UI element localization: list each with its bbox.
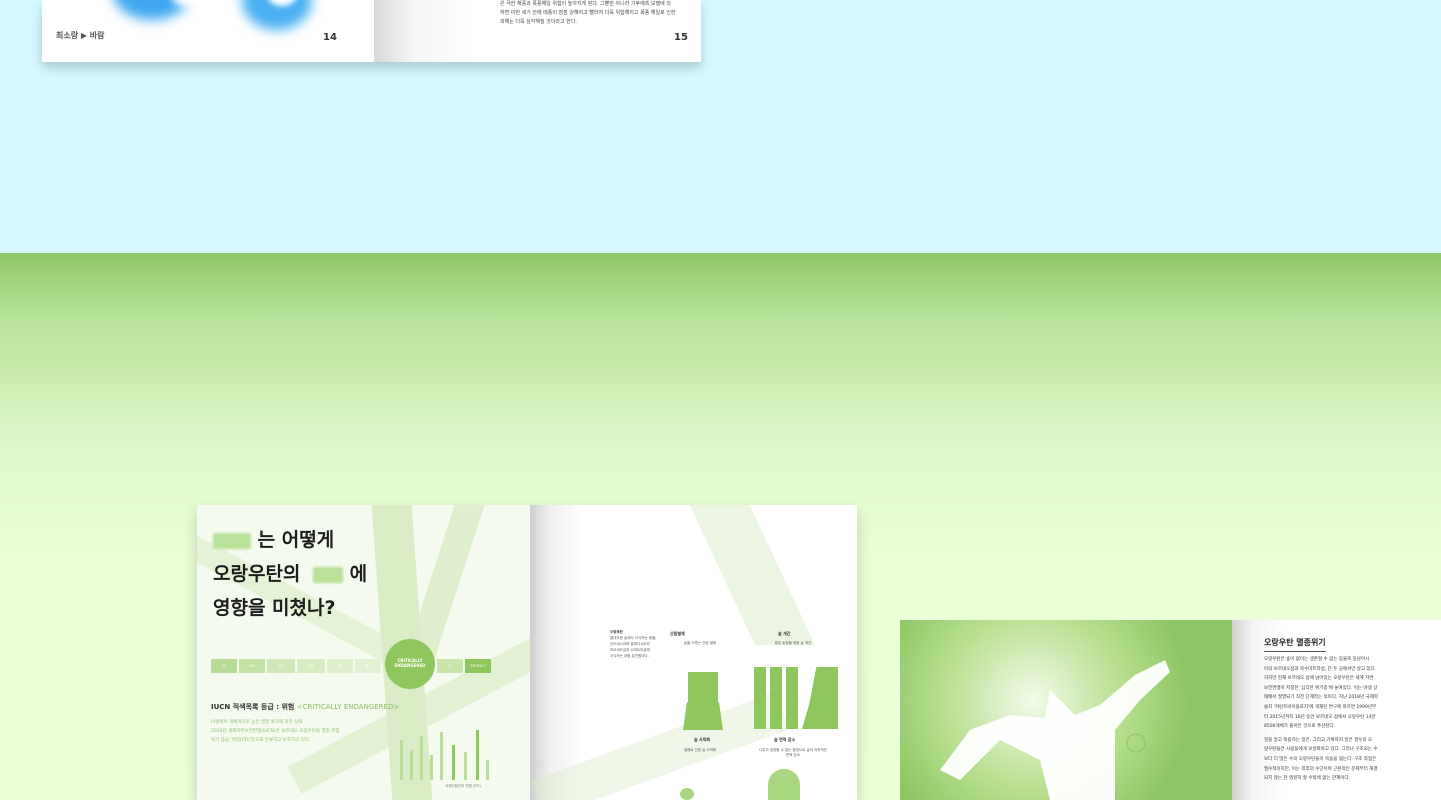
scale-segment: EN <box>297 659 325 673</box>
scale-segment: CR <box>267 659 295 673</box>
palm-row-icon <box>754 667 766 729</box>
text-line: 술지 '커런트바이올로지'에 게재된 연구에 따르면 1999년부 <box>1264 704 1377 710</box>
scale-segment: VU <box>327 659 353 673</box>
body-text: 오랑우탄은 숲이 없이는 생존할 수 없는 동물로 동남아시 아의 보르네오섬과… <box>1264 655 1434 784</box>
orangutan-silhouette-icon <box>940 660 1170 800</box>
felled-trunk-icon <box>688 672 718 702</box>
text-line: 아의 보르네오섬과 북수마트라섬, 단 두 곳에서만 살고 있다. <box>1264 666 1377 672</box>
scale-segment: EX <box>211 659 237 673</box>
text-line: 태에서 절멸되기 직전 단계라는 의미다. 지난 2018년 국제학 <box>1264 695 1378 701</box>
tree-canopy-icon <box>768 769 800 800</box>
spread-middle-right-page: 오랑우탄 열대우림 숲에서 서식하는 동물, 인도네시아와 말레이시아의 보르네… <box>530 505 857 800</box>
scale-segment: EW <box>239 659 265 673</box>
cause-subtitle: 팜유 농장을 위한 숲 개간 <box>774 641 812 645</box>
text-line: 하면 이번 세기 안에 태풍이 점점 강해지고 빨라져 더욱 위험해지고 폭풍 … <box>500 10 676 16</box>
cause-title: 숲 면적 감소 <box>774 737 796 742</box>
scale-segment: EXTINCT <box>465 659 491 673</box>
headline-line-1: 는 어떻게 <box>213 525 334 552</box>
cause-subtitle: 숲을 이루는 산림 벌채 <box>683 641 717 645</box>
status-circle: CRITICALLY ENDANGERED <box>385 639 435 689</box>
text-line: 야생에서 개체적으로 높은 절멸 위기에 처한 상태 <box>211 720 303 725</box>
page-number: 15 <box>674 32 688 43</box>
tree-branch-art <box>530 691 790 800</box>
spread-right-right-page: 오랑우탄 멸종위기 오랑우탄은 숲이 없이는 생존할 수 없는 동물로 동남아시… <box>1232 620 1441 800</box>
chart-bar <box>476 730 479 780</box>
mini-bar-chart <box>390 710 515 780</box>
chart-bar <box>452 745 455 780</box>
description-text: 야생에서 개체적으로 높은 절멸 위기에 처한 상태 2016년 세계자연보전연… <box>211 718 371 745</box>
highlight-block <box>313 566 344 583</box>
brochure-spread-top: 최소랑 ▶ 바람 14 은 극한 해풍과 폭풍해일 위험이 높아지게 된다. 그… <box>42 0 701 62</box>
iucn-sub-label: <CRITICALLY ENDANGERED> <box>296 703 400 711</box>
highlight-block <box>213 532 251 549</box>
cause-title: 산림벌채 <box>670 631 685 636</box>
tree-branch-art <box>685 505 815 645</box>
chart-bar <box>400 740 403 780</box>
headline-text: 오랑우탄의 <box>213 563 301 585</box>
chart-bar <box>440 732 443 780</box>
cause-subtitle: 나무가 성장할 수 없는 환경으로 숲의 지속적인 면적 감소 <box>759 748 827 757</box>
spread-right-left-page <box>900 620 1232 800</box>
palm-row-icon <box>786 667 798 729</box>
text-line: 오랑우탄은 숲이 없이는 생존할 수 없는 동물로 동남아시 <box>1264 657 1370 662</box>
text-line: 서식하는 대형 유인원이다. <box>610 654 649 658</box>
headline-text: 에 <box>349 563 368 585</box>
page-footer-label: 최소랑 ▶ 바람 <box>56 31 105 40</box>
palm-row-icon <box>770 667 782 729</box>
headline-line-2: 오랑우탄의 에 <box>213 559 367 586</box>
text-line: 하지만 현재 보르네오 섬에 남아있는 오랑우탄은 세계 자연 <box>1264 676 1374 682</box>
text-line: 일을 알고 독립하는 일은, 그리고 기록까지 일은 경우의 오 <box>1264 737 1373 743</box>
text-line: 피해는 더욱 심각해질 것이라고 한다. <box>500 19 577 25</box>
headline-line-3: 영향을 미쳤나? <box>213 597 336 619</box>
forest-edge-icon <box>802 667 838 729</box>
cause-subtitle: 벌채로 인한 숲 사막화 <box>683 748 717 752</box>
chart-caption: 국제산림관리 연합 (FFI) <box>445 784 481 788</box>
text-line: 2016년 세계자연보전연맹(IUCN)은 보르네오 오랑우탄을 멸종 위험 <box>211 729 340 734</box>
text-line: 랑우탄들은 사람들에게 보살펴야고 있다. 그러나 구조되는 수 <box>1264 747 1378 753</box>
chart-bar <box>464 752 467 780</box>
stump-icon <box>683 702 723 730</box>
text-line: 보전연맹이 지정한 '심각한 위기종'에 놓여있다. 이는 야생 상 <box>1264 685 1378 691</box>
spread-top-right-page: 은 극한 해풍과 폭풍해일 위험이 높아지게 된다. 그뿐만 아니라 기후예측 … <box>374 0 701 62</box>
body-text: 은 극한 해풍과 폭풍해일 위험이 높아지게 된다. 그뿐만 아니라 기후예측 … <box>500 0 690 27</box>
chart-bar <box>486 760 489 780</box>
spread-top-left-page: 최소랑 ▶ 바람 14 <box>42 0 374 62</box>
page-number: 14 <box>323 32 337 43</box>
text-line: 보다 더 많은 수의 오랑우탄들이 목숨을 잃는다. 구조 작업은 <box>1264 756 1377 762</box>
text-line: 은 극한 해풍과 폭풍해일 위험이 높아지게 된다. 그뿐만 아니라 기후예측 … <box>500 1 671 7</box>
text-line: 위기 등급 '위험(CR)'등으로 분류하고 보호하고 있다. <box>211 738 311 743</box>
dry-tree-icon <box>680 788 694 800</box>
chart-bar <box>430 755 433 780</box>
text-line: 8500개체가 줄어든 것으로 추산된다. <box>1264 724 1335 730</box>
cause-title: 숲 개간 <box>778 631 791 636</box>
text-line: 터 2015년까지 16년 동안 보르네오 섬에서 오랑우탄 14만 <box>1264 714 1376 720</box>
scale-segment: LC <box>437 659 463 673</box>
side-note: 오랑우탄 열대우림 숲에서 서식하는 동물, 인도네시아와 말레이시아의 보르네… <box>610 629 658 659</box>
headline-text: 는 어떻게 <box>257 529 335 551</box>
chart-bar <box>410 750 413 780</box>
status-circle-label: CRITICALLY ENDANGERED <box>394 658 426 668</box>
text-line: 필수적이지만, 이는 최후의 수단이며 근본적인 문제부터 해결 <box>1264 766 1378 772</box>
spread-middle-left-page: 는 어떻게 오랑우탄의 에 영향을 미쳤나? EX EW CR EN VU NT… <box>197 505 530 800</box>
section-title: 오랑우탄 멸종위기 <box>1264 637 1326 652</box>
cause-title: 숲 사막화 <box>693 737 711 742</box>
iucn-label: IUCN 적색목록 등급 : 위험 <CRITICALLY ENDANGERED… <box>211 702 399 712</box>
brochure-spread-middle: 는 어떻게 오랑우탄의 에 영향을 미쳤나? EX EW CR EN VU NT… <box>197 505 857 800</box>
text-line: 되지 않는 한 영원히 할 수밖에 없는 한계이다. <box>1264 776 1350 782</box>
brochure-spread-right: 오랑우탄 멸종위기 오랑우탄은 숲이 없이는 생존할 수 없는 동물로 동남아시… <box>900 620 1441 800</box>
scale-segment: NT <box>355 659 381 673</box>
chart-bar <box>420 736 423 780</box>
iucn-label-text: IUCN 적색목록 등급 : 위험 <box>211 703 295 711</box>
